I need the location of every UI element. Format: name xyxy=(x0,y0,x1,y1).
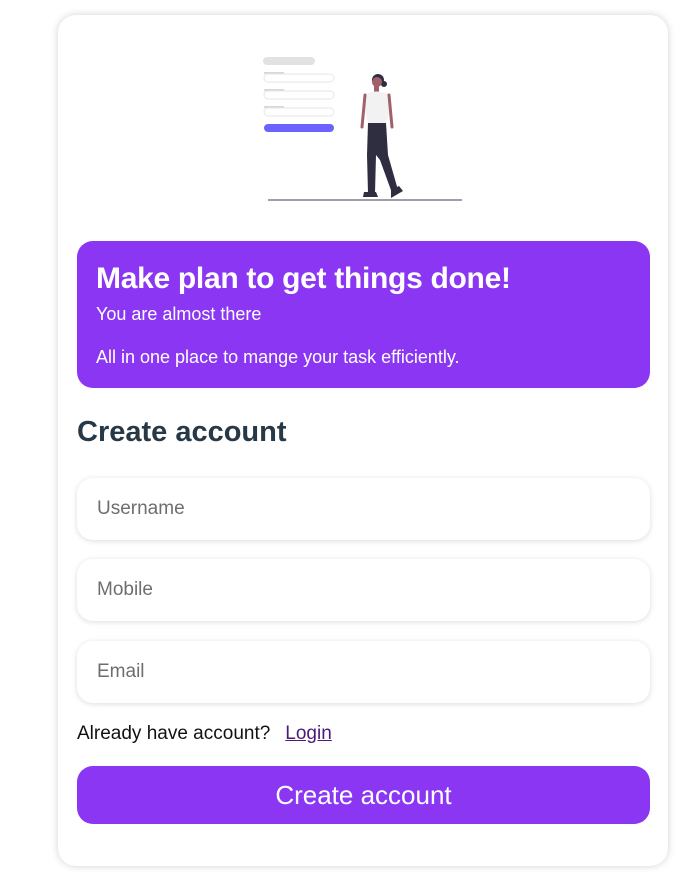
login-link[interactable]: Login xyxy=(285,723,332,744)
login-prompt-text: Already have account? xyxy=(77,723,271,744)
person-with-form-illustration xyxy=(263,57,462,201)
signup-card: Make plan to get things done! You are al… xyxy=(58,15,668,866)
promo-banner: Make plan to get things done! You are al… xyxy=(77,241,650,388)
form-heading: Create account xyxy=(77,416,287,448)
banner-subtitle: You are almost there xyxy=(96,304,262,324)
username-input[interactable] xyxy=(77,478,650,540)
banner-title: Make plan to get things done! xyxy=(96,262,511,295)
email-input[interactable] xyxy=(77,641,650,703)
create-account-button[interactable]: Create account xyxy=(77,766,650,824)
login-prompt-row: Already have account? Login xyxy=(77,723,332,745)
banner-description: All in one place to mange your task effi… xyxy=(96,347,460,367)
mobile-input[interactable] xyxy=(77,559,650,621)
